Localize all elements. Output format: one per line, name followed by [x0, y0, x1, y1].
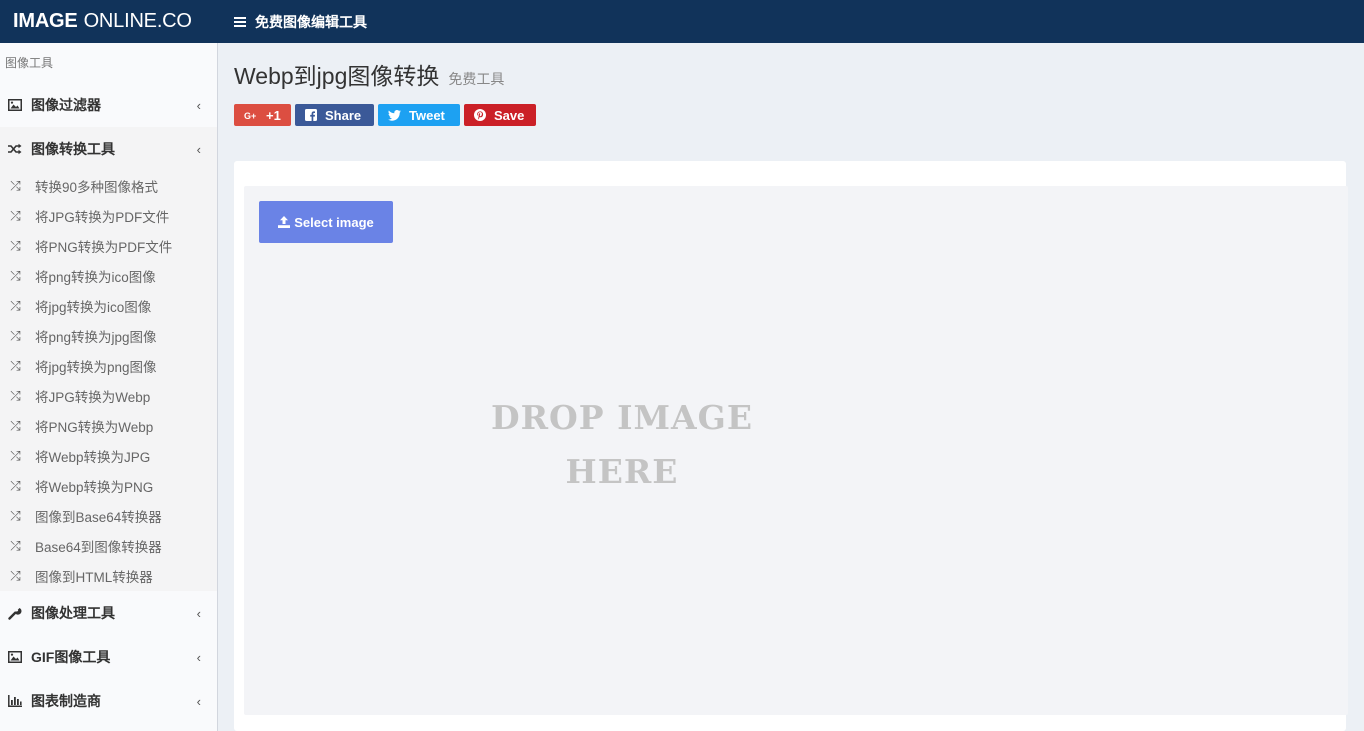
sidebar-item-label: 将Webp转换为JPG	[35, 450, 151, 465]
chevron-left-icon: ‹	[196, 694, 201, 709]
sidebar-group-label: GIF图像工具	[31, 649, 111, 665]
shuffle-icon: ⤮	[10, 178, 21, 193]
shuffle-icon: ⤮	[10, 388, 21, 403]
sidebar-item-label: 图像到Base64转换器	[35, 510, 162, 525]
top-header: IMAGE ONLINE.CO 免费图像编辑工具	[0, 0, 1364, 43]
image-dropzone[interactable]: Select image DROP IMAGE HERE	[244, 186, 1348, 715]
sidebar-group-chart-maker[interactable]: 图表制造商 ‹	[0, 679, 217, 723]
sidebar-item-png-to-ico[interactable]: ⤮ 将png转换为ico图像	[0, 261, 217, 291]
sidebar-item-label: 将PNG转换为PDF文件	[35, 240, 173, 255]
sidebar-item-label: 将png转换为ico图像	[35, 270, 156, 285]
sidebar-item-label: 将png转换为jpg图像	[35, 330, 157, 345]
sidebar-section-label: 图像工具	[5, 56, 54, 70]
drop-image-prompt: DROP IMAGE HERE	[462, 391, 782, 499]
sidebar-group-label: 图表制造商	[31, 693, 101, 709]
shuffle-icon: ⤮	[10, 478, 21, 493]
drop-text-line2: HERE	[565, 452, 679, 491]
sidebar-item-image-to-html[interactable]: ⤮ 图像到HTML转换器	[0, 561, 217, 591]
twitter-icon	[388, 109, 401, 121]
shuffle-icon: ⤮	[10, 268, 21, 283]
pinterest-icon	[474, 109, 486, 121]
sidebar-item-png-to-pdf[interactable]: ⤮ 将PNG转换为PDF文件	[0, 231, 217, 261]
shuffle-icon	[7, 142, 23, 156]
shuffle-icon: ⤮	[10, 238, 21, 253]
shuffle-icon: ⤮	[10, 568, 21, 583]
logo-rest-text: ONLINE.CO	[83, 10, 192, 32]
select-image-label: Select image	[294, 214, 374, 230]
share-buttons: G+ +1 Share Tweet Save	[234, 104, 540, 126]
shuffle-icon: ⤮	[10, 538, 21, 553]
pinterest-save-button[interactable]: Save	[464, 104, 536, 126]
sidebar-item-label: 将JPG转换为PDF文件	[35, 210, 170, 225]
menu-toggle-label: 免费图像编辑工具	[255, 13, 367, 30]
sidebar-item-label: 转换90多种图像格式	[35, 180, 159, 195]
svg-text:G+: G+	[244, 111, 256, 120]
sidebar-item-label: Base64到图像转换器	[35, 540, 162, 555]
hamburger-icon	[234, 16, 246, 27]
sidebar-item-jpg-to-pdf[interactable]: ⤮ 将JPG转换为PDF文件	[0, 201, 217, 231]
sidebar-submenu-converters: ⤮ 转换90多种图像格式 ⤮ 将JPG转换为PDF文件 ⤮ 将PNG转换为PDF文件 …	[0, 171, 217, 591]
wrench-icon	[7, 606, 23, 620]
bar-chart-icon	[7, 694, 23, 708]
sidebar-item-webp-to-png[interactable]: ⤮ 将Webp转换为PNG	[0, 471, 217, 501]
converter-box: Select image DROP IMAGE HERE	[234, 161, 1348, 731]
sidebar-item-jpg-to-webp[interactable]: ⤮ 将JPG转换为Webp	[0, 381, 217, 411]
select-image-button[interactable]: Select image	[259, 201, 393, 243]
pinterest-save-label: Save	[494, 107, 525, 123]
sidebar-item-label: 将jpg转换为png图像	[35, 360, 157, 375]
menu-toggle-button[interactable]: 免费图像编辑工具	[234, 12, 367, 32]
sidebar-group-label: 图像过滤器	[31, 97, 101, 113]
sidebar-item-base64-to-image[interactable]: ⤮ Base64到图像转换器	[0, 531, 217, 561]
upload-icon	[278, 216, 291, 228]
sidebar-group-gif-tools[interactable]: GIF图像工具 ‹	[0, 635, 217, 679]
google-plus-label: +1	[266, 107, 281, 123]
sidebar-item-jpg-to-ico[interactable]: ⤮ 将jpg转换为ico图像	[0, 291, 217, 321]
page-title: Webp到jpg图像转换 免费工具	[234, 57, 504, 91]
chevron-left-icon: ‹	[196, 606, 201, 621]
shuffle-icon: ⤮	[10, 208, 21, 223]
shuffle-icon: ⤮	[10, 418, 21, 433]
sidebar-item-label: 将jpg转换为ico图像	[35, 300, 152, 315]
google-plus-button[interactable]: G+ +1	[234, 104, 291, 126]
facebook-share-button[interactable]: Share	[295, 104, 374, 126]
site-logo[interactable]: IMAGE ONLINE.CO	[0, 0, 218, 43]
main-content: Webp到jpg图像转换 免费工具 G+ +1 Share Tweet Save…	[218, 43, 1364, 731]
shuffle-icon: ⤮	[10, 448, 21, 463]
chevron-left-icon: ‹	[196, 650, 201, 665]
sidebar-item-convert-90-formats[interactable]: ⤮ 转换90多种图像格式	[0, 171, 217, 201]
twitter-tweet-button[interactable]: Tweet	[378, 104, 460, 126]
drop-text-line1: DROP IMAGE	[491, 398, 753, 437]
sidebar-item-png-to-jpg[interactable]: ⤮ 将png转换为jpg图像	[0, 321, 217, 351]
sidebar-group-image-filters[interactable]: 图像过滤器 ‹	[0, 83, 217, 127]
image-icon	[7, 650, 23, 664]
shuffle-icon: ⤮	[10, 508, 21, 523]
sidebar-item-jpg-to-png[interactable]: ⤮ 将jpg转换为png图像	[0, 351, 217, 381]
sidebar-item-label: 将JPG转换为Webp	[35, 390, 151, 405]
sidebar-group-image-converters[interactable]: 图像转换工具 ‹	[0, 127, 217, 171]
page-subtitle: 免费工具	[448, 71, 505, 87]
shuffle-icon: ⤮	[10, 328, 21, 343]
sidebar: 图像工具 图像过滤器 ‹ 图像转换工具 ‹ ⤮ 转换90多种图像格式 ⤮ 将JPG转…	[0, 43, 218, 731]
sidebar-group-label: 图像处理工具	[31, 605, 115, 621]
chevron-left-icon: ‹	[196, 142, 201, 157]
shuffle-icon: ⤮	[10, 358, 21, 373]
google-plus-icon: G+	[244, 111, 258, 120]
facebook-icon	[305, 109, 317, 121]
sidebar-item-png-to-webp[interactable]: ⤮ 将PNG转换为Webp	[0, 411, 217, 441]
image-icon	[7, 98, 23, 112]
sidebar-item-webp-to-jpg[interactable]: ⤮ 将Webp转换为JPG	[0, 441, 217, 471]
shuffle-icon: ⤮	[10, 298, 21, 313]
sidebar-group-image-processing[interactable]: 图像处理工具 ‹	[0, 591, 217, 635]
sidebar-item-image-to-base64[interactable]: ⤮ 图像到Base64转换器	[0, 501, 217, 531]
facebook-share-label: Share	[325, 107, 362, 123]
chevron-left-icon: ‹	[196, 98, 201, 113]
sidebar-item-label: 将PNG转换为Webp	[35, 420, 154, 435]
twitter-tweet-label: Tweet	[409, 107, 445, 123]
sidebar-item-label: 图像到HTML转换器	[35, 570, 153, 585]
sidebar-group-label: 图像转换工具	[31, 141, 115, 157]
logo-bold-text: IMAGE	[13, 10, 78, 32]
sidebar-item-label: 将Webp转换为PNG	[35, 480, 154, 495]
page-title-text: Webp到jpg图像转换	[234, 63, 440, 89]
